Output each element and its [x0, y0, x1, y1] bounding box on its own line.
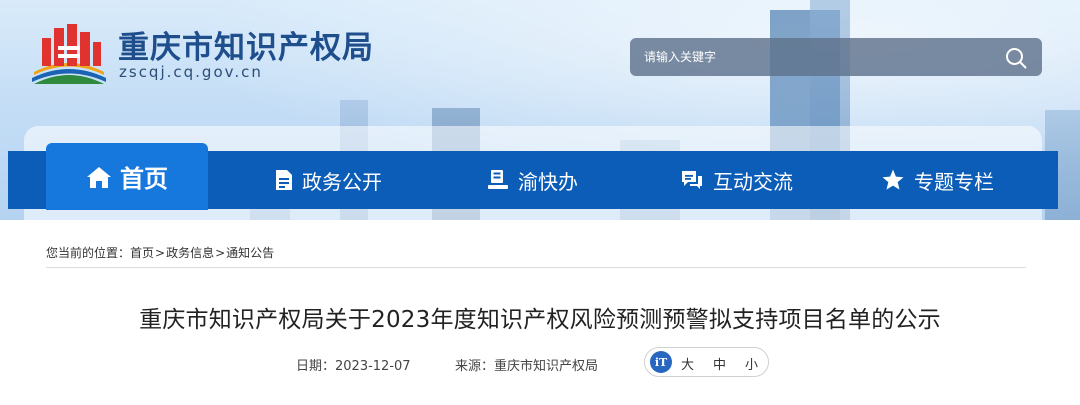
site-title[interactable]: 重庆市知识产权局 — [118, 22, 374, 67]
nav-item-label: 政务公开 — [302, 169, 382, 194]
nav-item-special-topics[interactable]: 专题专栏 — [881, 151, 994, 209]
breadcrumb-separator: > — [215, 245, 226, 260]
font-size-icon: iT — [650, 351, 672, 373]
font-size-medium-button[interactable]: 中 — [713, 354, 726, 373]
stamp-icon — [488, 170, 508, 189]
nav-item-label: 专题专栏 — [914, 169, 994, 194]
site-domain: zscqj.cq.gov.cn — [119, 63, 263, 81]
search-icon[interactable] — [1004, 46, 1028, 70]
nav-item-label: 渝快办 — [518, 169, 578, 194]
date-label: 日期： — [296, 359, 336, 374]
font-size-small-button[interactable]: 小 — [745, 354, 758, 373]
breadcrumb-link-notices[interactable]: 通知公告 — [226, 244, 274, 261]
article-source: 来源：重庆市知识产权局 — [455, 355, 598, 374]
nav-item-government-affairs[interactable]: 政务公开 — [275, 151, 382, 209]
star-icon — [882, 169, 904, 190]
chongqing-ipo-emblem-icon[interactable] — [28, 22, 110, 86]
source-value: 重庆市知识产权局 — [494, 359, 599, 374]
home-icon — [87, 166, 111, 188]
chat-icon — [682, 171, 702, 189]
search-box — [630, 38, 1042, 76]
nav-item-label: 首页 — [120, 165, 168, 193]
font-size-control: iT 大 中 小 — [644, 347, 769, 377]
nav-item-interaction[interactable]: 互动交流 — [680, 151, 793, 209]
date-value: 2023-12-07 — [335, 359, 411, 374]
breadcrumb-prefix: 您当前的位置： — [46, 246, 131, 260]
source-label: 来源： — [455, 359, 495, 374]
nav-item-yukuaiban[interactable]: 渝快办 — [487, 151, 578, 209]
document-icon — [276, 170, 292, 190]
search-input[interactable] — [630, 38, 990, 76]
breadcrumb-link-home[interactable]: 首页 — [130, 244, 154, 261]
breadcrumb-divider — [46, 267, 1026, 268]
font-size-large-button[interactable]: 大 — [681, 354, 694, 373]
breadcrumb-link-government-info[interactable]: 政务信息 — [166, 244, 214, 261]
article-title: 重庆市知识产权局关于2023年度知识产权风险预测预警拟支持项目名单的公示 — [139, 307, 941, 333]
nav-item-home[interactable]: 首页 — [46, 143, 208, 210]
breadcrumb: 您当前的位置： 首页 > 政务信息 > 通知公告 — [46, 244, 274, 261]
breadcrumb-separator: > — [155, 245, 166, 260]
nav-item-label: 互动交流 — [713, 169, 793, 194]
article-date: 日期：2023-12-07 — [296, 355, 411, 374]
